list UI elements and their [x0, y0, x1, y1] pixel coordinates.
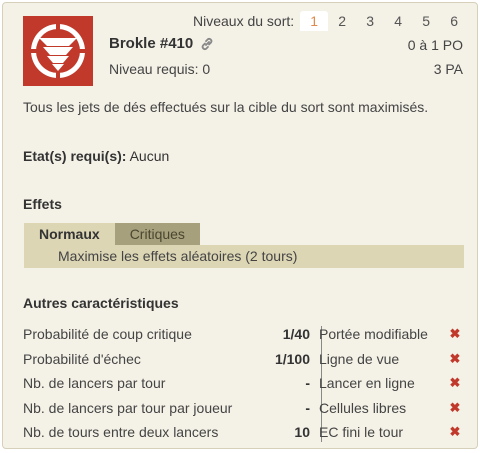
flag-label: Cellules libres: [319, 399, 407, 416]
level-tab-5[interactable]: 5: [412, 11, 440, 31]
effects-title: Effets: [23, 196, 62, 212]
characteristics-left: Probabilité de coup critique 1/40 Probab…: [23, 322, 310, 445]
level-tab-3[interactable]: 3: [356, 11, 384, 31]
tab-critical-effects[interactable]: Critiques: [114, 223, 200, 245]
flag-row-line-of-sight: Ligne de vue ✖: [319, 347, 461, 372]
spell-range: 0 à 1 PO: [407, 37, 463, 53]
characteristics-title: Autres caractéristiques: [23, 295, 179, 311]
spell-icon: [23, 16, 93, 86]
required-states-value: Aucun: [129, 148, 170, 164]
flag-row-modifiable-range: Portée modifiable ✖: [319, 322, 461, 347]
effects-tabs: Normaux Critiques: [24, 223, 200, 245]
cross-icon: ✖: [449, 399, 461, 415]
char-label: Nb. de tours entre deux lancers: [23, 424, 219, 440]
level-tab-4[interactable]: 4: [384, 11, 412, 31]
char-row-casts-per-player: Nb. de lancers par tour par joueur -: [23, 396, 310, 421]
char-value: 1/100: [274, 350, 310, 367]
spell-levels-label: Niveaux du sort:: [193, 13, 295, 29]
char-label: Nb. de lancers par tour par joueur: [23, 399, 233, 416]
spell-name: Brokle #410: [109, 35, 194, 52]
spell-ap-cost: 3 PA: [433, 61, 463, 77]
char-label: Probabilité de coup critique: [23, 326, 192, 342]
link-icon[interactable]: [199, 36, 215, 52]
flag-label: Portée modifiable: [319, 326, 428, 342]
char-row-failure: Probabilité d'échec 1/100: [23, 347, 310, 372]
char-label: Nb. de lancers par tour: [23, 375, 166, 391]
cross-icon: ✖: [449, 350, 461, 366]
required-level: Niveau requis: 0: [109, 61, 211, 77]
char-label: Probabilité d'échec: [23, 350, 141, 367]
char-value: 10: [294, 424, 310, 440]
level-tab-2[interactable]: 2: [328, 11, 356, 31]
char-row-cooldown: Nb. de tours entre deux lancers 10: [23, 420, 310, 445]
level-tab-1[interactable]: 1: [300, 11, 329, 31]
cross-icon: ✖: [449, 375, 461, 390]
tab-normal-effects[interactable]: Normaux: [24, 223, 115, 245]
spell-description: Tous les jets de dés effectués sur la ci…: [23, 99, 429, 115]
required-states: Etat(s) requi(s): Aucun: [23, 148, 169, 164]
char-value: -: [305, 399, 310, 416]
flag-row-cast-in-line: Lancer en ligne ✖: [319, 371, 461, 396]
level-tab-6[interactable]: 6: [440, 11, 468, 31]
char-value: 1/40: [282, 326, 310, 342]
flag-label: EC fini le tour: [319, 424, 404, 440]
flag-row-free-cells: Cellules libres ✖: [319, 396, 461, 421]
char-row-critical: Probabilité de coup critique 1/40: [23, 322, 310, 347]
char-value: -: [305, 375, 310, 391]
spell-title: Brokle #410: [109, 35, 215, 52]
spell-levels-selector: Niveaux du sort: 1 2 3 4 5 6: [193, 11, 468, 31]
flag-label: Ligne de vue: [319, 350, 400, 367]
cross-icon: ✖: [449, 424, 461, 439]
effect-row: Maximise les effets aléatoires (2 tours): [24, 245, 464, 268]
flag-row-critical-ends-turn: EC fini le tour ✖: [319, 420, 461, 445]
char-row-casts-per-turn: Nb. de lancers par tour -: [23, 371, 310, 396]
required-states-label: Etat(s) requi(s):: [23, 148, 127, 164]
effect-text: Maximise les effets aléatoires (2 tours): [58, 248, 298, 264]
spell-card: Niveaux du sort: 1 2 3 4 5 6 Brokle #410: [2, 2, 478, 449]
characteristics-right: Portée modifiable ✖ Ligne de vue ✖ Lance…: [319, 322, 461, 445]
flag-label: Lancer en ligne: [319, 375, 415, 391]
cross-icon: ✖: [449, 326, 461, 341]
